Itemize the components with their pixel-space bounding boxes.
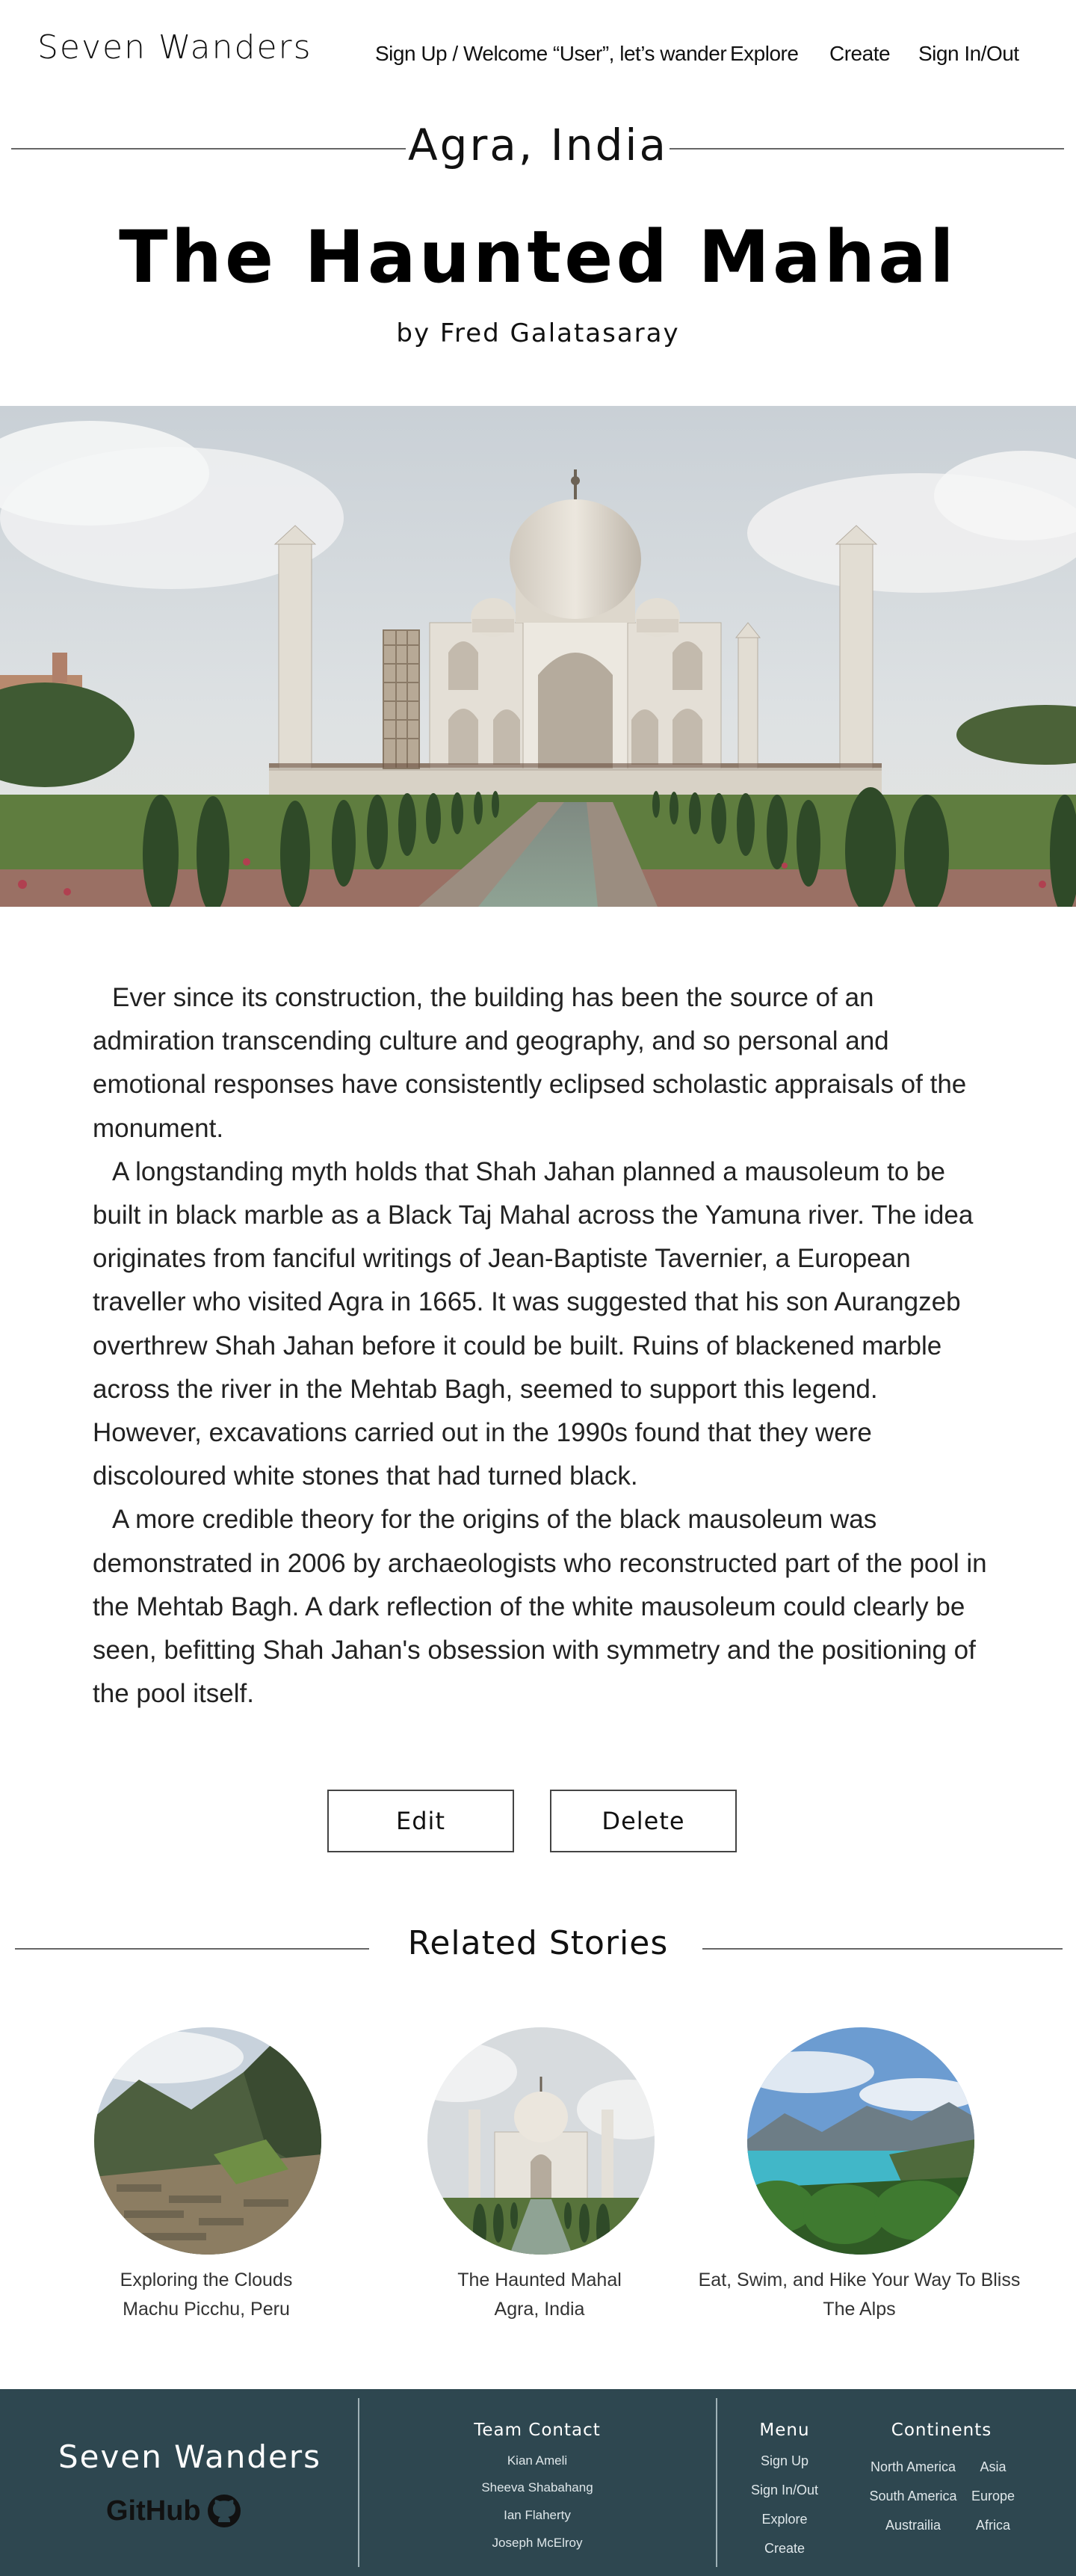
- alpine-lake-thumbnail[interactable]: [747, 2027, 974, 2255]
- main-nav: Sign Up / Welcome “User”, let’s wander E…: [0, 42, 1076, 66]
- story-paragraph: A longstanding myth holds that Shah Jaha…: [93, 1156, 974, 1491]
- site-footer: Seven Wanders GitHub Team Contact Kian A…: [0, 2389, 1076, 2576]
- related-story-title[interactable]: The Haunted Mahal: [375, 2270, 704, 2291]
- footer-menu-heading: Menu: [759, 2421, 810, 2440]
- related-story-title[interactable]: Eat, Swim, and Hike Your Way To Bliss: [695, 2270, 1024, 2291]
- related-story-card[interactable]: The Haunted Mahal Agra, India: [375, 2027, 704, 2341]
- story-paragraph: A more credible theory for the origins o…: [93, 1505, 987, 1709]
- delete-button[interactable]: Delete: [550, 1790, 737, 1852]
- footer-brand[interactable]: Seven Wanders: [58, 2438, 321, 2475]
- continent-link-asia[interactable]: Asia: [967, 2459, 1019, 2475]
- story-location: Agra, India: [407, 120, 669, 170]
- continent-link-north-america[interactable]: North America: [859, 2459, 967, 2475]
- nav-signup-welcome[interactable]: Sign Up / Welcome “User”, let’s wander: [375, 42, 727, 66]
- github-label: GitHub: [106, 2495, 201, 2527]
- team-member-link[interactable]: Kian Ameli: [359, 2453, 716, 2468]
- team-member-link[interactable]: Joseph McElroy: [359, 2536, 716, 2551]
- machu-picchu-thumbnail[interactable]: [94, 2027, 321, 2255]
- location-heading-row: Agra, India: [0, 120, 1076, 179]
- related-story-location: The Alps: [823, 2299, 896, 2320]
- related-story-location: Agra, India: [494, 2299, 585, 2320]
- site-header: Seven Wanders Sign Up / Welcome “User”, …: [0, 0, 1076, 97]
- nav-sign-in-out[interactable]: Sign In/Out: [918, 42, 1019, 66]
- footer-menu-sign-in-out[interactable]: Sign In/Out: [717, 2483, 852, 2498]
- continent-link-europe[interactable]: Europe: [967, 2489, 1019, 2504]
- github-link[interactable]: GitHub: [106, 2492, 243, 2530]
- edit-button[interactable]: Edit: [327, 1790, 514, 1852]
- hero-image: [0, 406, 1076, 907]
- continent-link-australia[interactable]: Austrailia: [859, 2518, 967, 2533]
- footer-menu-explore[interactable]: Explore: [717, 2512, 852, 2527]
- related-stories-heading-row: Related Stories: [0, 1924, 1076, 1969]
- github-icon: [207, 2495, 241, 2527]
- related-story-location: Machu Picchu, Peru: [123, 2299, 290, 2320]
- taj-mahal-photo: [0, 406, 1076, 907]
- related-stories-heading: Related Stories: [407, 1924, 669, 1962]
- related-story-title[interactable]: Exploring the Clouds: [42, 2270, 371, 2291]
- story-title: The Haunted Mahal: [119, 215, 957, 299]
- team-contact-heading: Team Contact: [474, 2421, 601, 2440]
- footer-menu-signup[interactable]: Sign Up: [717, 2453, 852, 2469]
- continents-heading: Continents: [891, 2421, 992, 2440]
- divider-line: [702, 1948, 1063, 1950]
- story-paragraph: Ever since its construction, the buildin…: [93, 983, 967, 1143]
- nav-create[interactable]: Create: [829, 42, 891, 66]
- divider-line: [670, 148, 1064, 150]
- related-story-card[interactable]: Eat, Swim, and Hike Your Way To Bliss Th…: [695, 2027, 1024, 2341]
- continent-link-africa[interactable]: Africa: [967, 2518, 1019, 2533]
- nav-explore[interactable]: Explore: [730, 42, 799, 66]
- footer-menu-create[interactable]: Create: [717, 2541, 852, 2557]
- team-member-link[interactable]: Sheeva Shabahang: [359, 2480, 716, 2495]
- story-body: Ever since its construction, the buildin…: [93, 976, 989, 1716]
- related-story-card[interactable]: Exploring the Clouds Machu Picchu, Peru: [42, 2027, 371, 2341]
- team-member-link[interactable]: Ian Flaherty: [359, 2508, 716, 2523]
- story-author: by Fred Galatasaray: [396, 318, 680, 348]
- taj-mahal-thumbnail[interactable]: [427, 2027, 655, 2255]
- continent-link-south-america[interactable]: South America: [859, 2489, 967, 2504]
